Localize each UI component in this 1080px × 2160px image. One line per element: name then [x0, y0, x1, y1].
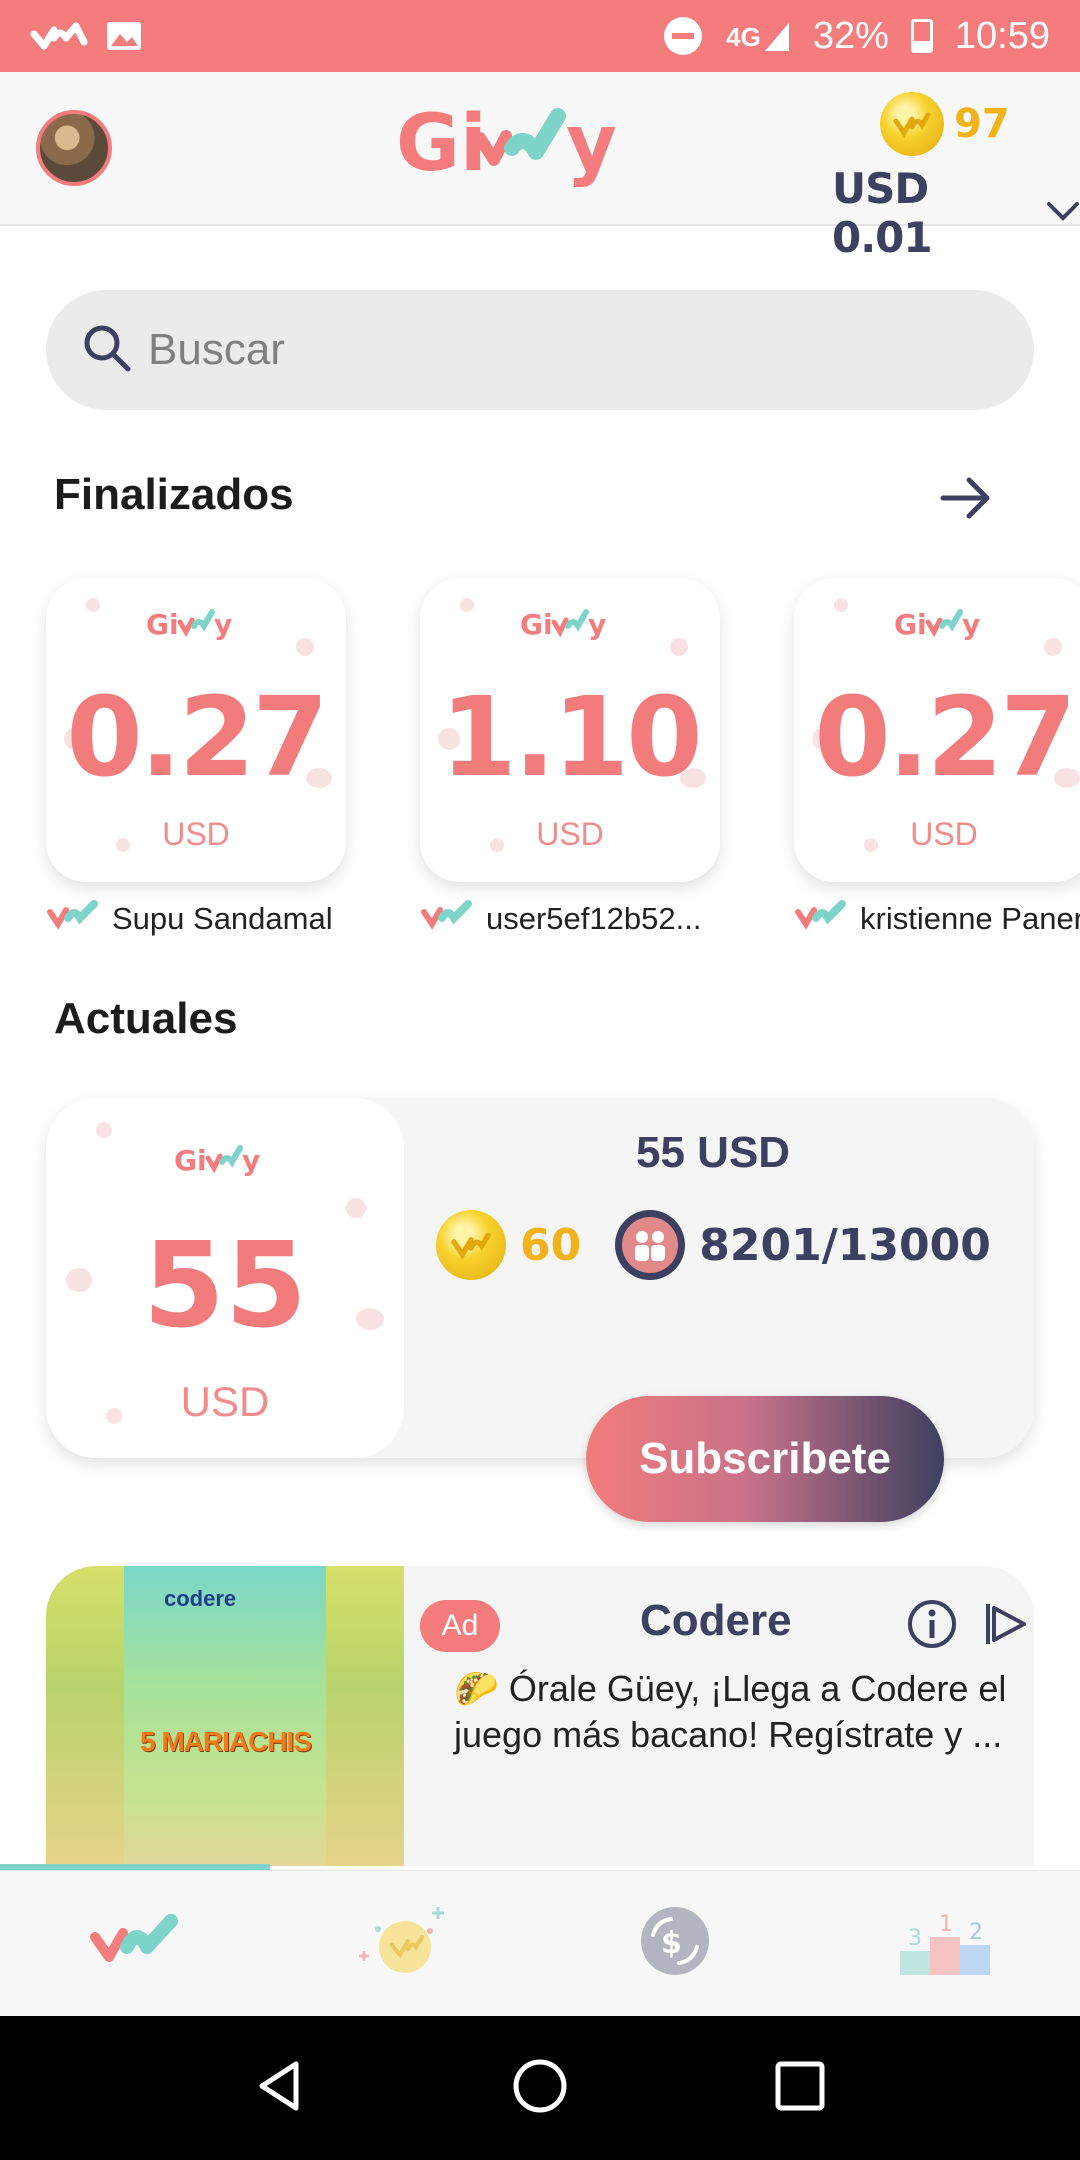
battery-icon	[910, 19, 933, 53]
battery-percent: 32%	[812, 14, 889, 57]
winner-label: Supu Sandamal	[46, 900, 333, 938]
home-icon	[85, 1911, 185, 1976]
app-header: Gi y 97 USD 0.01	[0, 72, 1080, 262]
back-icon[interactable]	[250, 2056, 310, 2121]
svg-text:y: y	[566, 99, 617, 189]
nav-coins-bonus[interactable]	[270, 1871, 540, 2016]
svg-text:Gi: Gi	[894, 608, 927, 641]
ad-image[interactable]: codere 5 MARIACHIS	[46, 1566, 404, 1866]
prize-amount: 55	[142, 1216, 308, 1354]
prize-currency: USD	[162, 816, 230, 852]
winner-label: user5ef12b52...	[420, 900, 701, 938]
coin-balance[interactable]: 97	[880, 92, 1010, 156]
section-title-finished: Finalizados	[54, 470, 294, 519]
givvy-logo-small: Gi y	[146, 606, 246, 642]
ad-image-brand: codere	[164, 1586, 237, 1611]
bottom-navigation: $ 12 3	[0, 1870, 1080, 2016]
winner-name: kristienne Paner	[860, 901, 1080, 936]
prize-currency: USD	[536, 816, 604, 852]
givvy-logo-small: Gi y	[520, 606, 620, 642]
givvy-mini-icon	[420, 900, 476, 938]
participants-count: 8201/13000	[699, 1219, 991, 1271]
ad-advertiser[interactable]: Codere	[640, 1596, 792, 1646]
arrow-right-icon	[939, 476, 993, 525]
svg-text:Gi: Gi	[174, 1144, 207, 1177]
search-bar[interactable]	[46, 290, 1034, 410]
winner-name: Supu Sandamal	[112, 901, 333, 936]
nav-cash-exchange[interactable]: $	[540, 1871, 810, 2016]
usd-balance-dropdown[interactable]: USD 0.01	[832, 164, 1080, 262]
adchoices-play-icon[interactable]	[978, 1596, 1034, 1652]
ad-body-text: 🌮 Órale Güey, ¡Llega a Codere el juego m…	[454, 1668, 1007, 1755]
prize-amount: 0.27	[814, 673, 1076, 801]
svg-text:Gi: Gi	[146, 608, 179, 641]
ad-card[interactable]: codere 5 MARIACHIS Ad Codere 🌮 Órale Güe…	[46, 1566, 1034, 1866]
svg-text:y: y	[962, 608, 980, 641]
recents-icon[interactable]	[770, 2056, 830, 2121]
svg-text:$: $	[661, 1926, 682, 1961]
givvy-logo-small: Gi y	[894, 606, 994, 642]
givvy-logo: Gi y	[390, 92, 690, 202]
status-bar: 4G 32% 10:59	[0, 0, 1080, 72]
finished-see-all-button[interactable]	[936, 470, 996, 530]
ad-badge: Ad	[420, 1600, 500, 1652]
coins-bonus-icon	[350, 1891, 460, 1996]
subscribe-button[interactable]: Subscribete	[586, 1396, 944, 1522]
avatar[interactable]	[36, 110, 112, 186]
coin-count: 97	[954, 101, 1010, 147]
nav-home[interactable]	[0, 1871, 270, 2016]
giveaway-stats: 60 8201/13000	[436, 1210, 991, 1280]
do-not-disturb-icon	[662, 15, 704, 57]
home-circle-icon[interactable]	[510, 2056, 570, 2121]
prize-amount: 0.27	[66, 673, 328, 801]
ad-image-title: 5 MARIACHIS	[140, 1726, 312, 1757]
prize-title: 55 USD	[636, 1128, 791, 1177]
givvy-notification-icon	[30, 20, 88, 52]
search-input[interactable]	[148, 325, 948, 375]
svg-text:y: y	[242, 1144, 260, 1177]
winner-label: kristienne Paner	[794, 900, 1080, 938]
prize-currency: USD	[180, 1378, 270, 1425]
givvy-mini-icon	[46, 900, 102, 938]
winner-name: user5ef12b52...	[486, 901, 702, 936]
cash-exchange-icon: $	[635, 1901, 715, 1986]
chevron-down-icon	[1046, 200, 1080, 227]
usd-balance-value: USD 0.01	[832, 164, 933, 262]
prize-currency: USD	[910, 816, 978, 852]
leaderboard-podium-icon: 12 3	[890, 1901, 1000, 1986]
prize-amount: 1.10	[440, 673, 702, 801]
svg-text:Gi: Gi	[396, 99, 487, 189]
finished-giveaways-list: Gi y 0.27 USD Supu Sandamal Gi y 1.10 USD …	[0, 578, 1080, 948]
svg-text:1: 1	[939, 1912, 953, 1937]
svg-text:y: y	[588, 608, 606, 641]
svg-text:3: 3	[908, 1926, 922, 1951]
participants-icon	[615, 1210, 686, 1280]
search-icon	[80, 321, 134, 380]
info-icon[interactable]	[904, 1596, 960, 1652]
section-title-current: Actuales	[54, 994, 238, 1043]
coin-icon	[436, 1210, 506, 1280]
finished-giveaway-card[interactable]: Gi y 0.27 USD	[794, 578, 1080, 882]
givvy-mini-icon	[794, 900, 850, 938]
image-notification-icon	[106, 20, 142, 52]
svg-text:Gi: Gi	[520, 608, 553, 641]
coin-icon	[880, 92, 944, 156]
system-navigation-bar	[0, 2016, 1080, 2160]
svg-text:2: 2	[969, 1920, 983, 1945]
finished-giveaway-card[interactable]: Gi y 0.27 USD	[46, 578, 346, 882]
finished-giveaway-card[interactable]: Gi y 1.10 USD	[420, 578, 720, 882]
entry-coin-cost: 60	[520, 1219, 582, 1271]
svg-text:y: y	[214, 608, 232, 641]
network-indicator: 4G	[726, 19, 791, 53]
current-prize-tile: Gi y 55 USD	[46, 1098, 404, 1458]
nav-leaderboard[interactable]: 12 3	[810, 1871, 1080, 2016]
clock: 10:59	[954, 14, 1050, 57]
givvy-logo-small: Gi y	[174, 1142, 274, 1178]
